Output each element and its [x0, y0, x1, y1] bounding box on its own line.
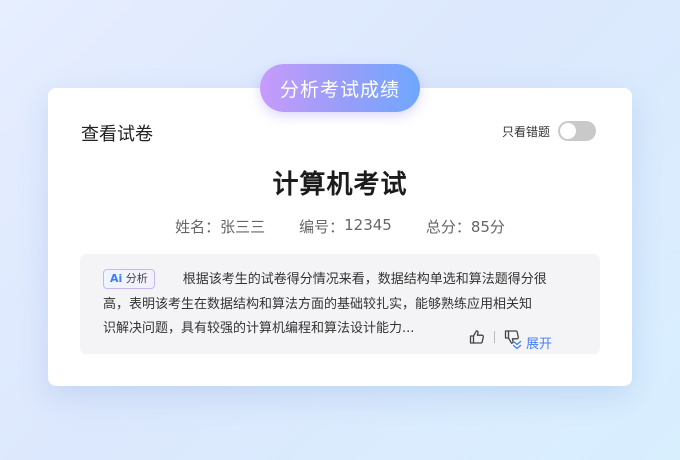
ai-text-line-1: 根据该考生的试卷得分情况来看，数据结构单选和算法题得分很: [182, 272, 547, 287]
feedback-divider: [494, 331, 495, 343]
wrong-only-toggle[interactable]: [558, 121, 596, 141]
ai-badge-label: 分析: [125, 272, 148, 285]
student-name-value: 张三三: [220, 218, 266, 236]
total-score-label: 总分：: [425, 218, 471, 236]
analyze-exam-label: 分析考试成绩: [279, 78, 400, 101]
student-name: 姓名： 张三三: [175, 216, 265, 237]
ai-analysis-text: Ai 分析 根据该考生的试卷得分情况来看，数据结构单选和算法题得分很 高，表明该考…: [103, 268, 576, 352]
card-title: 查看试卷: [81, 124, 153, 145]
ai-analysis-panel: Ai 分析 根据该考生的试卷得分情况来看，数据结构单选和算法题得分很 高，表明该考…: [80, 254, 600, 354]
student-name-label: 姓名：: [175, 218, 221, 236]
total-score: 总分： 85分: [426, 216, 505, 237]
exam-info-row: 姓名： 张三三 编号： 12345 总分： 85分: [48, 216, 632, 237]
ai-text-line: Ai 分析 根据该考生的试卷得分情况来看，数据结构单选和算法题得分很: [103, 268, 576, 293]
ai-text-line-2: 高，表明该考生在数据结构和算法方面的基础较扎实，能够熟练应用相关知: [103, 296, 533, 312]
thumbs-up-icon[interactable]: [469, 329, 485, 345]
exam-card: 查看试卷 只看错题 计算机考试 姓名： 张三三 编号： 12345 总分： 85…: [48, 88, 632, 386]
ai-analysis-badge: Ai 分析: [103, 269, 155, 289]
student-id: 编号： 12345: [299, 216, 392, 237]
wrong-only-filter: 只看错题: [502, 121, 596, 141]
student-id-label: 编号：: [299, 218, 345, 236]
exam-title: 计算机考试: [272, 170, 408, 200]
total-score-value: 85分: [470, 218, 505, 236]
wrong-only-label: 只看错题: [501, 124, 550, 139]
expand-label: 展开: [525, 337, 552, 352]
ai-logo-icon: Ai: [110, 272, 123, 285]
double-chevron-down-icon: [512, 341, 522, 350]
toggle-knob: [560, 123, 576, 139]
student-id-value: 12345: [344, 216, 392, 234]
expand-button[interactable]: 展开: [511, 333, 552, 358]
analyze-exam-button[interactable]: 分析考试成绩: [260, 64, 420, 112]
